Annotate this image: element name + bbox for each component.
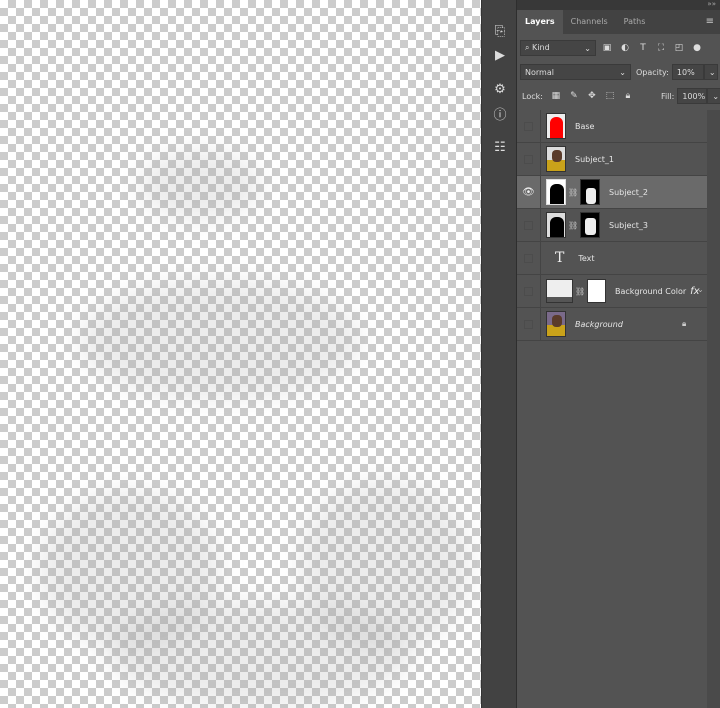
fill-dropdown[interactable]: ⌄ [707, 88, 720, 104]
visibility-toggle[interactable] [524, 319, 533, 329]
search-icon: ⌕ [525, 43, 530, 52]
filter-toggle-icon[interactable]: ● [690, 43, 704, 53]
layers-scrollbar[interactable] [707, 110, 720, 708]
layer-thumbnail [546, 212, 566, 238]
layer-name: Base [575, 121, 595, 131]
opacity-input[interactable]: 10% [671, 64, 704, 80]
layer-name: Text [578, 253, 595, 263]
mask-thumbnail[interactable] [580, 179, 600, 205]
pixel-filter-icon[interactable]: ▣ [600, 43, 614, 53]
layers-panel: Layers Channels Paths ≡ ⌕ Kind ⌄ ▣ ◐ T ⛶ … [517, 10, 720, 708]
lock-artboard-icon[interactable]: ⬚ [603, 91, 617, 101]
filter-kind-label: Kind [532, 43, 550, 52]
layer-row-base[interactable]: Base [517, 109, 707, 143]
layer-thumbnail [546, 179, 566, 205]
lock-label: Lock: [522, 91, 543, 101]
actions-play-icon[interactable]: ▶ [482, 42, 518, 68]
shape-filter-icon[interactable]: ⛶ [654, 43, 668, 53]
fill-label: Fill: [660, 91, 675, 101]
visibility-toggle[interactable] [524, 121, 533, 131]
visibility-toggle[interactable] [524, 286, 533, 296]
lock-position-icon[interactable]: ✥ [585, 91, 599, 101]
layer-comps-icon[interactable]: ☷ [482, 134, 518, 160]
link-icon[interactable]: ⛓ [568, 221, 578, 230]
visibility-toggle[interactable] [524, 253, 533, 263]
chevron-down-icon: ⌄ [584, 43, 591, 53]
layer-row-subject-3[interactable]: ⛓ Subject_3 [517, 208, 707, 242]
lock-transparent-icon[interactable]: ▦ [549, 91, 563, 101]
tab-channels[interactable]: Channels [563, 10, 616, 34]
panel-dock: ⎘ ▶ ⚙ ⓘ ☷ [481, 0, 517, 708]
layer-row-background[interactable]: Background 🔒︎ [517, 307, 707, 341]
layer-name: Subject_1 [575, 154, 614, 164]
mask-thumbnail[interactable] [580, 212, 600, 238]
visibility-toggle[interactable] [524, 220, 533, 230]
effects-expand-icon[interactable]: ⌄ [697, 285, 704, 294]
lock-icon: 🔒︎ [682, 319, 687, 328]
text-layer-icon: T [555, 250, 565, 266]
layer-thumbnail [546, 311, 566, 337]
type-filter-icon[interactable]: T [636, 43, 650, 53]
eye-icon[interactable]: 👁︎ [522, 187, 535, 198]
history-icon[interactable]: ⎘ [482, 18, 518, 44]
layer-thumbnail [546, 146, 566, 172]
mask-thumbnail[interactable] [587, 279, 606, 303]
lock-image-icon[interactable]: ✎ [567, 91, 581, 101]
expand-icon[interactable]: »» [707, 0, 716, 8]
panel-menu-icon[interactable]: ≡ [706, 16, 714, 27]
filter-kind-select[interactable]: ⌕ Kind ⌄ [520, 40, 596, 56]
info-icon[interactable]: ⓘ [482, 100, 518, 126]
blend-mode-select[interactable]: Normal ⌄ [520, 64, 631, 80]
visibility-toggle[interactable] [524, 154, 533, 164]
opacity-label: Opacity: [636, 67, 669, 77]
layer-name: Subject_2 [609, 187, 648, 197]
layer-row-text[interactable]: T Text [517, 241, 707, 275]
layer-thumbnail [546, 113, 566, 139]
smart-object-filter-icon[interactable]: ◰ [672, 43, 686, 53]
tab-paths[interactable]: Paths [616, 10, 654, 34]
layer-row-subject-1[interactable]: Subject_1 [517, 142, 707, 176]
link-icon[interactable]: ⛓ [568, 188, 578, 197]
link-icon[interactable]: ⛓ [575, 287, 585, 296]
layer-thumbnail [546, 279, 573, 303]
blend-mode-value: Normal [525, 67, 554, 77]
layer-name: Background Color [615, 286, 687, 296]
layer-row-subject-2[interactable]: 👁︎ ⛓ Subject_2 [517, 175, 707, 209]
chevron-down-icon: ⌄ [619, 67, 626, 77]
tab-layers[interactable]: Layers [517, 10, 563, 34]
layer-name: Subject_3 [609, 220, 648, 230]
layer-name: Background [575, 319, 623, 329]
adjustment-filter-icon[interactable]: ◐ [618, 43, 632, 53]
document-canvas[interactable] [0, 0, 481, 708]
properties-icon[interactable]: ⚙ [482, 76, 518, 102]
opacity-dropdown[interactable]: ⌄ [703, 64, 718, 80]
fill-input[interactable]: 100% [677, 88, 708, 104]
lock-all-icon[interactable]: 🔒︎ [621, 91, 635, 101]
layer-row-background-color[interactable]: ⛓ Background Color fx [517, 274, 707, 308]
